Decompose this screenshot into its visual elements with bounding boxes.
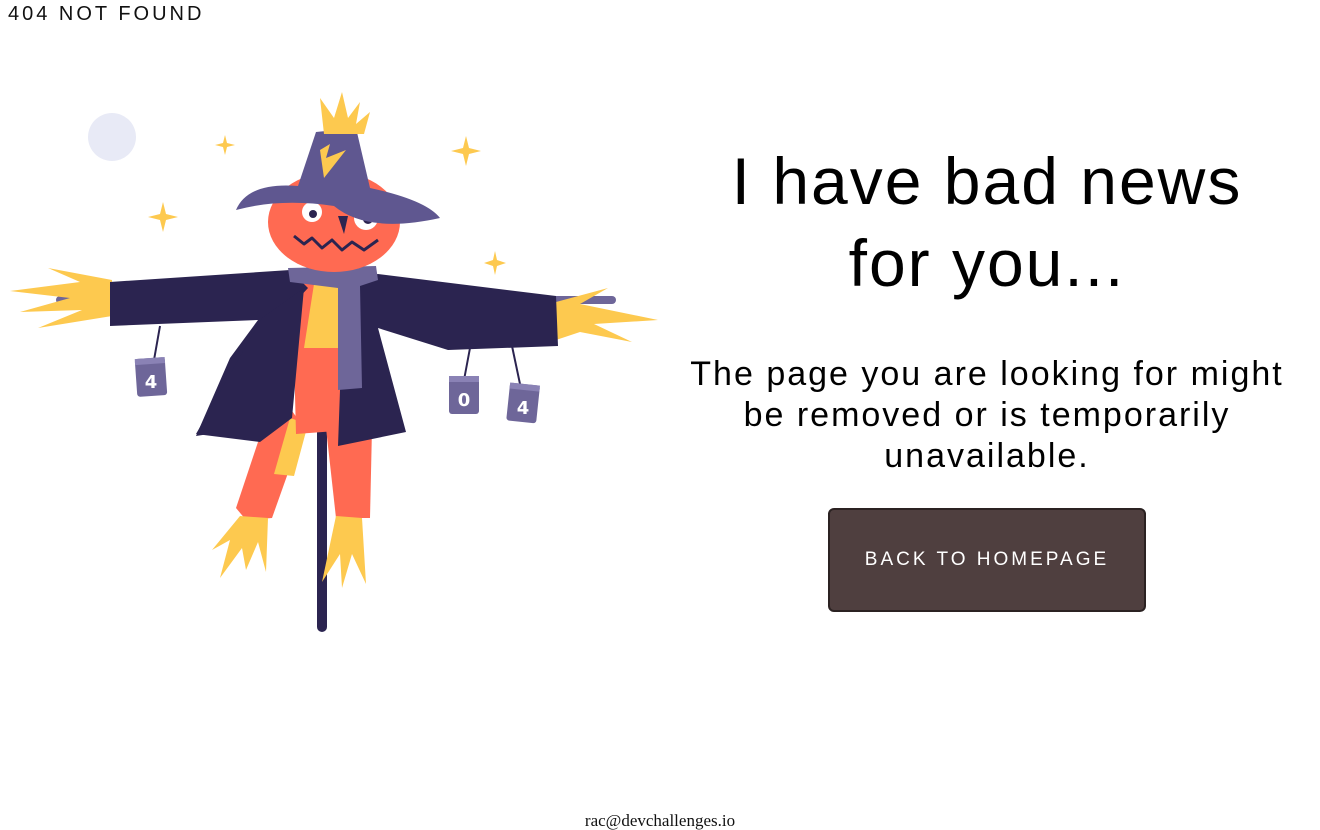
message-block: I have bad news for you... The page you … bbox=[660, 140, 1314, 477]
scarecrow-illustration: 4 0 4 bbox=[10, 92, 658, 632]
sparkle-icon bbox=[484, 251, 506, 275]
back-to-homepage-button[interactable]: BACK TO HOMEPAGE bbox=[828, 508, 1146, 612]
can-label-3: 4 bbox=[517, 398, 530, 419]
error-description: The page you are looking for might be re… bbox=[660, 354, 1314, 477]
footer-credit: rac@devchallenges.io bbox=[584, 811, 736, 830]
brand-title: 404 NOT FOUND bbox=[8, 3, 205, 25]
sparkle-icon bbox=[215, 135, 235, 155]
can-label-1: 4 bbox=[145, 372, 158, 393]
headline-line-2: for you... bbox=[848, 226, 1126, 300]
sparkle-icon bbox=[451, 136, 481, 166]
pole bbox=[317, 404, 327, 632]
subtext-line-3: unavailable. bbox=[884, 437, 1090, 475]
headline-line-1: I have bad news bbox=[731, 144, 1243, 218]
can-label-2: 0 bbox=[458, 390, 471, 411]
moon-icon bbox=[88, 113, 136, 161]
sparkle-icon bbox=[148, 202, 178, 232]
subtext-line-2: be removed or is temporarily bbox=[743, 396, 1231, 434]
button-label: BACK TO HOMEPAGE bbox=[864, 549, 1110, 570]
headline: I have bad news for you... bbox=[660, 140, 1314, 304]
subtext-line-1: The page you are looking for might bbox=[690, 355, 1284, 393]
